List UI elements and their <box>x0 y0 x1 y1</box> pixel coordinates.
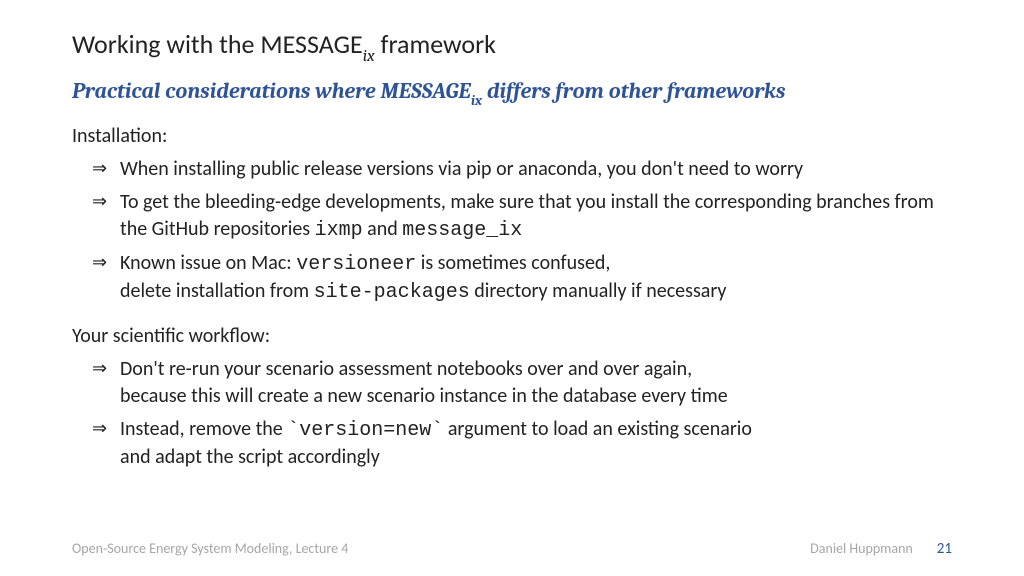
title-text-pre: Working with the MESSAGE <box>72 28 363 60</box>
bullet-text: delete installation from <box>120 279 314 303</box>
bullet-text: because this will create a new scenario … <box>120 384 728 408</box>
installation-list: When installing public release versions … <box>92 156 952 306</box>
bullet-text: When installing public release versions … <box>120 157 803 181</box>
title-subscript: ix <box>363 47 375 66</box>
code-message-ix: message_ix <box>402 219 522 242</box>
code-ixmp: ixmp <box>315 219 363 242</box>
footer-lecture: Open-Source Energy System Modeling, Lect… <box>72 540 348 557</box>
subtitle-subscript: ix <box>471 92 482 109</box>
bullet-text: directory manually if necessary <box>470 279 727 303</box>
code-site-packages: site-packages <box>314 281 470 304</box>
bullet-text: argument to load an existing scenario <box>443 417 752 441</box>
footer-author: Daniel Huppmann <box>810 540 913 557</box>
slide: Working with the MESSAGEix framework Pra… <box>0 0 1024 576</box>
section-installation: Installation: <box>72 124 952 148</box>
bullet-text: Instead, remove the <box>120 417 287 441</box>
list-item: Don't re-run your scenario assessment no… <box>92 356 952 410</box>
footer-page-number: 21 <box>937 540 952 558</box>
title-text-post: framework <box>375 28 496 60</box>
slide-title: Working with the MESSAGEix framework <box>72 28 952 64</box>
list-item: Instead, remove the `version=new` argume… <box>92 416 952 471</box>
workflow-list: Don't re-run your scenario assessment no… <box>92 356 952 471</box>
slide-subtitle: Practical considerations where MESSAGEix… <box>72 78 952 107</box>
slide-footer: Open-Source Energy System Modeling, Lect… <box>72 540 952 558</box>
list-item: To get the bleeding-edge developments, m… <box>92 189 952 244</box>
footer-right: Daniel Huppmann 21 <box>810 540 952 558</box>
bullet-text: To get the bleeding-edge developments, m… <box>120 190 934 241</box>
section-workflow: Your scientific workflow: <box>72 324 952 348</box>
bullet-text: Known issue on Mac: <box>120 251 296 275</box>
code-versioneer: versioneer <box>296 253 416 276</box>
bullet-text: and adapt the script accordingly <box>120 445 380 469</box>
bullet-text: and <box>363 217 403 241</box>
list-item: When installing public release versions … <box>92 156 952 183</box>
bullet-text: Don't re-run your scenario assessment no… <box>120 357 692 381</box>
subtitle-text-pre: Practical considerations where MESSAGE <box>72 78 471 104</box>
list-item: Known issue on Mac: versioneer is someti… <box>92 250 952 306</box>
bullet-text: is sometimes confused, <box>416 251 610 275</box>
code-version-new: `version=new` <box>287 419 443 442</box>
subtitle-text-post: differs from other frameworks <box>482 78 785 104</box>
